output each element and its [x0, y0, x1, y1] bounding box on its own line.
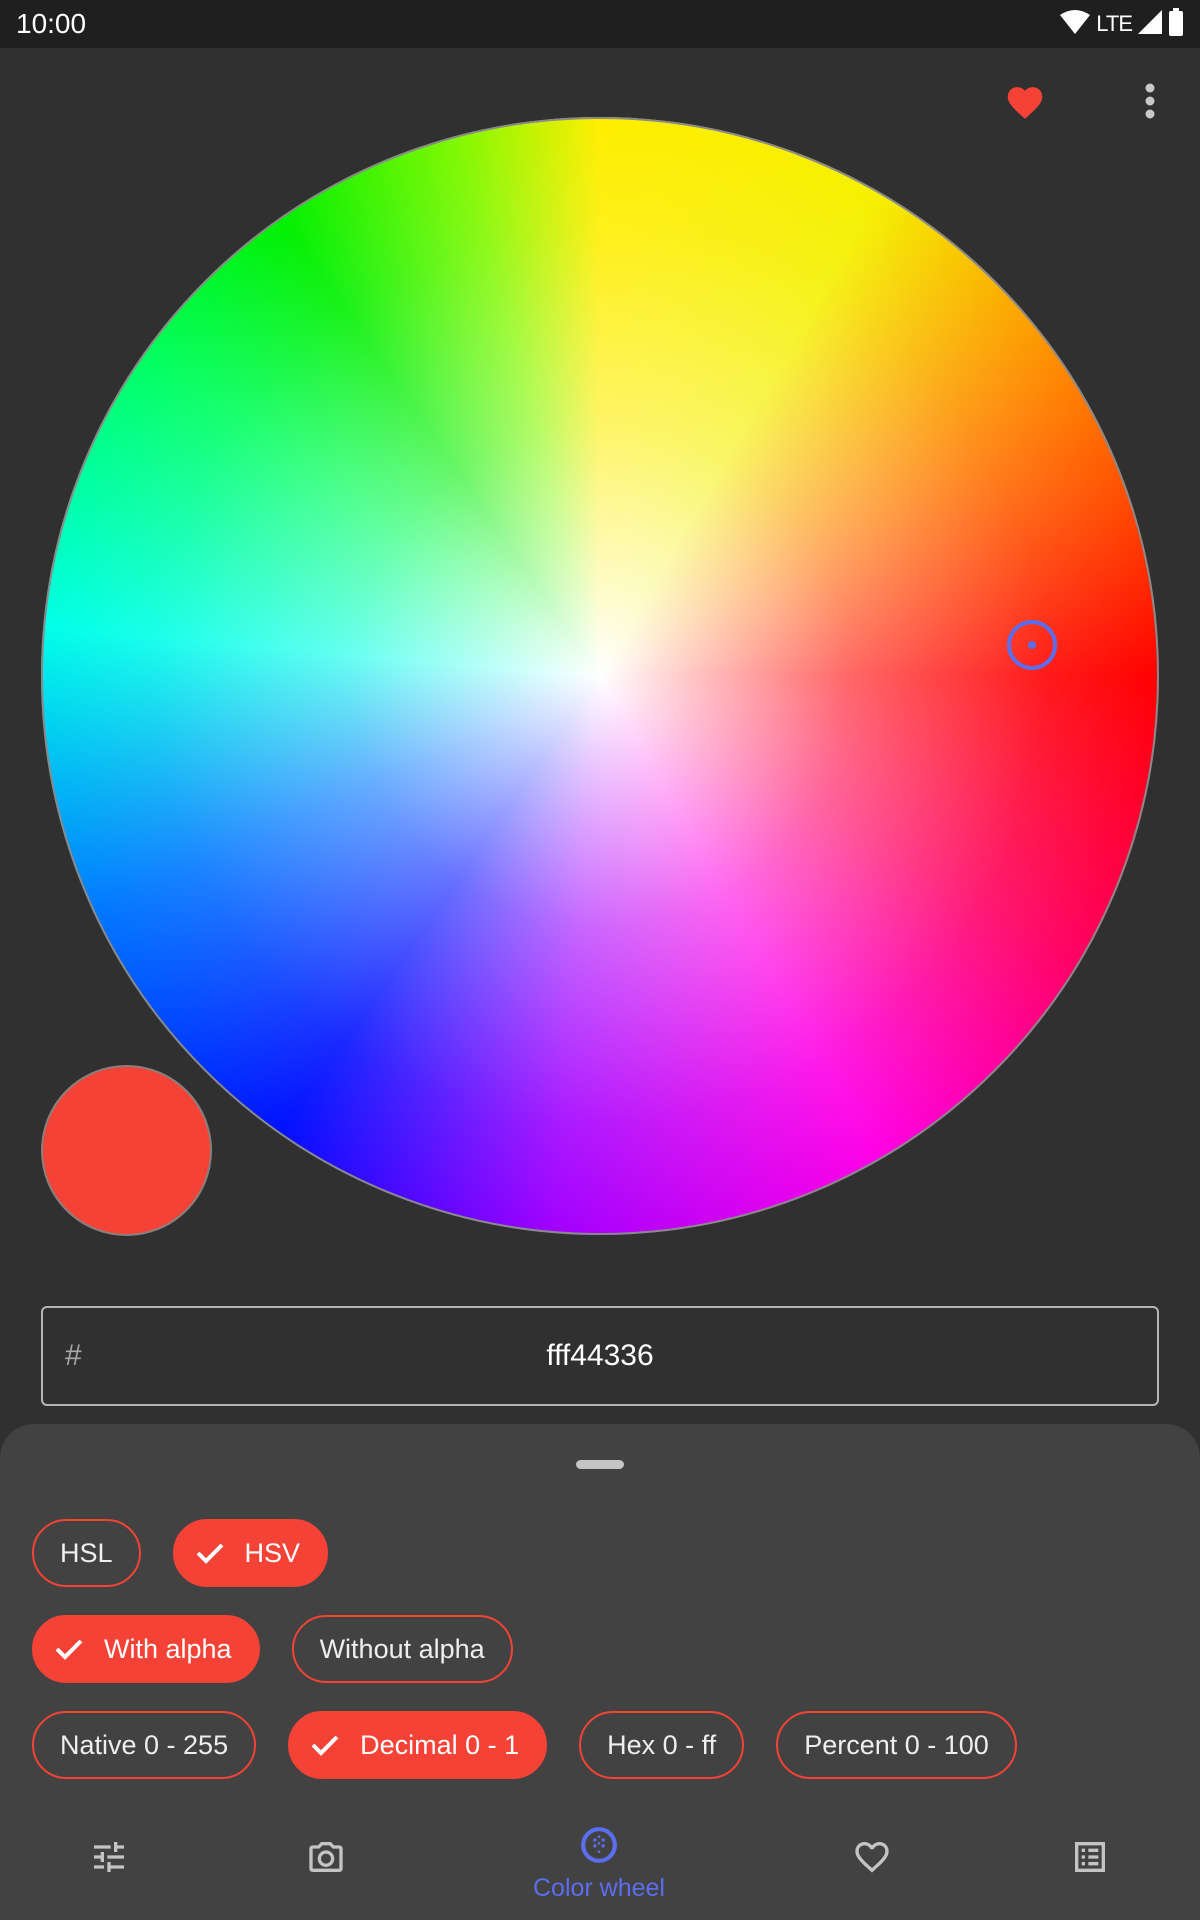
chip-hsl[interactable]: HSL [32, 1519, 141, 1587]
nav-list[interactable] [990, 1815, 1190, 1920]
chip-decimal[interactable]: Decimal 0 - 1 [288, 1711, 548, 1779]
chip-native[interactable]: Native 0 - 255 [32, 1711, 257, 1779]
status-time: 10:00 [16, 8, 87, 39]
chip-with-alpha[interactable]: With alpha [32, 1615, 260, 1683]
chip-hsv[interactable]: HSV [172, 1519, 329, 1587]
chip-label: Without alpha [319, 1633, 485, 1664]
color-picker-handle[interactable] [1007, 620, 1057, 670]
nav-color-wheel[interactable]: Color wheel [499, 1815, 699, 1920]
heart-outline-icon [851, 1837, 893, 1882]
selected-color-swatch [41, 1065, 212, 1236]
chip-label: With alpha [104, 1633, 232, 1664]
more-vertical-icon [1144, 83, 1156, 124]
nav-label: Color wheel [532, 1874, 665, 1902]
list-icon [1070, 1837, 1110, 1882]
nav-favorites[interactable] [772, 1815, 972, 1920]
chip-label: HSV [244, 1537, 301, 1568]
chip-without-alpha[interactable]: Without alpha [291, 1615, 513, 1683]
status-icons: LTE [1060, 7, 1184, 41]
battery-icon [1168, 7, 1184, 41]
status-bar: 10:00 LTE [0, 0, 1200, 48]
heart-filled-icon [1004, 82, 1046, 125]
color-wheel-outline [41, 117, 1159, 1235]
color-wheel[interactable] [41, 117, 1159, 1235]
check-icon [310, 1733, 340, 1757]
alpha-chips: With alpha Without alpha [32, 1615, 513, 1683]
chip-label: Native 0 - 255 [60, 1729, 229, 1760]
hex-input[interactable] [43, 1308, 1157, 1404]
color-model-chips: HSL HSV [32, 1519, 329, 1587]
check-icon [54, 1637, 84, 1661]
favorite-button[interactable] [980, 78, 1070, 128]
hex-color-field[interactable]: # [41, 1306, 1159, 1406]
network-type: LTE [1096, 11, 1133, 36]
chip-label: HSL [60, 1537, 113, 1568]
nav-sliders[interactable] [9, 1815, 209, 1920]
sheet-drag-handle[interactable] [576, 1460, 624, 1469]
chip-percent[interactable]: Percent 0 - 100 [776, 1711, 1017, 1779]
bottom-navigation: Color wheel [0, 1815, 1200, 1920]
chip-label: Percent 0 - 100 [804, 1729, 989, 1760]
sliders-icon [89, 1837, 129, 1882]
top-actions [980, 78, 1200, 128]
picker-handle-dot [1028, 641, 1036, 649]
chip-label: Decimal 0 - 1 [360, 1729, 520, 1760]
chip-label: Hex 0 - ff [607, 1729, 717, 1760]
chip-hex[interactable]: Hex 0 - ff [579, 1711, 745, 1779]
wifi-icon [1060, 9, 1091, 40]
check-icon [195, 1541, 225, 1565]
signal-icon [1138, 9, 1162, 39]
format-chips: Native 0 - 255 Decimal 0 - 1 Hex 0 - ff … [32, 1711, 1017, 1779]
more-options-button[interactable] [1120, 78, 1180, 128]
camera-icon [305, 1837, 347, 1882]
nav-camera[interactable] [226, 1815, 426, 1920]
color-wheel-icon [579, 1825, 619, 1870]
